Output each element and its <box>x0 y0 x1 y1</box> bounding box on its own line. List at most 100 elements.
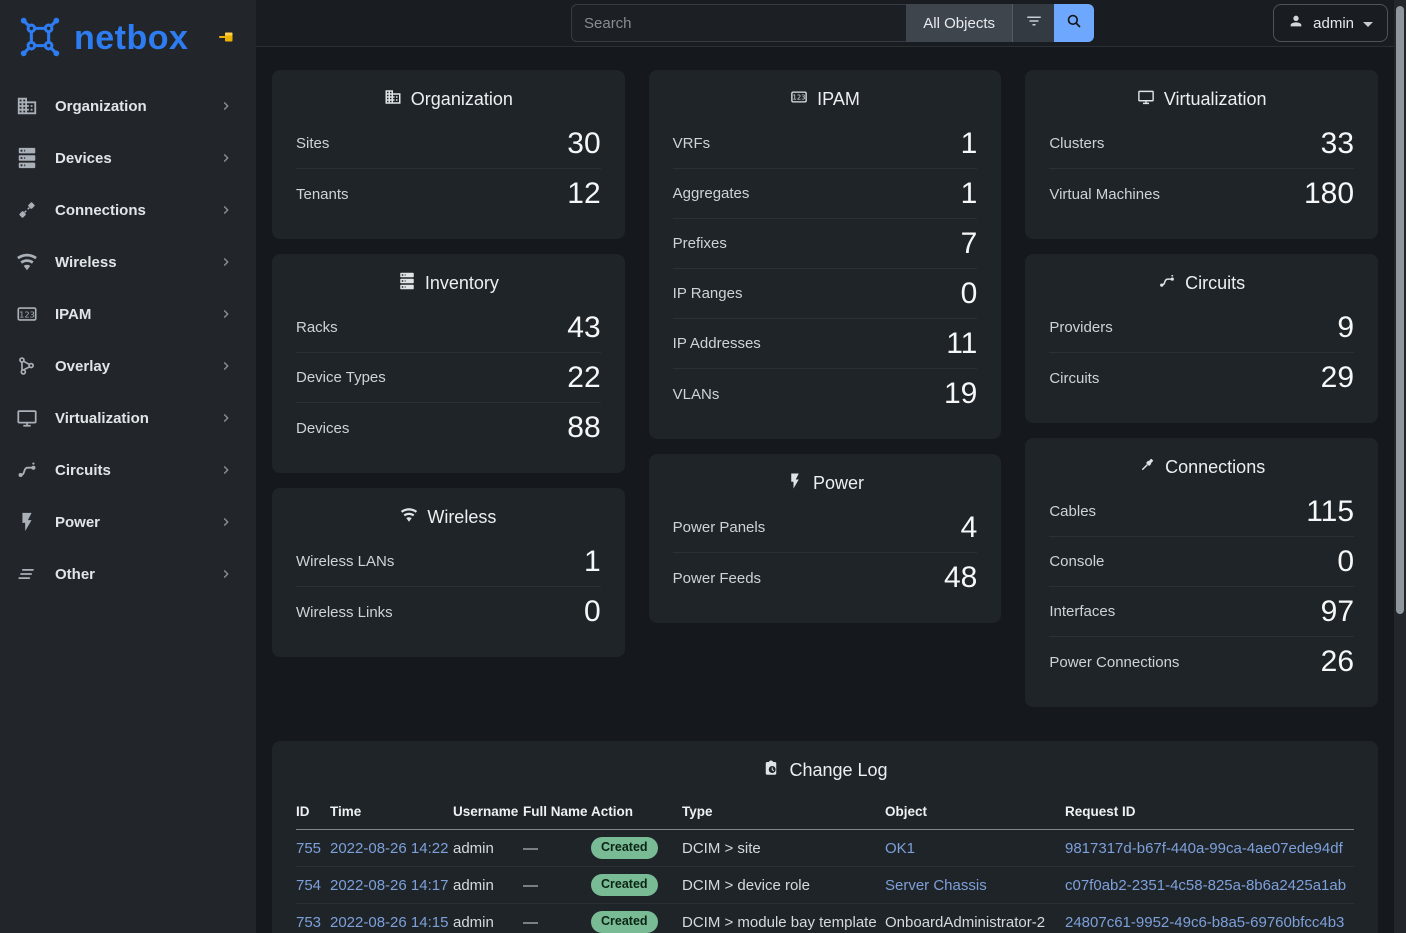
changelog-requestid-link[interactable]: c07f0ab2-2351-4c58-825a-8b6a2425a1ab <box>1065 877 1346 894</box>
building-icon <box>384 88 402 111</box>
stat-row[interactable]: Aggregates 1 <box>673 169 978 219</box>
stat-value: 0 <box>961 279 978 309</box>
stat-row[interactable]: IP Addresses 11 <box>673 319 978 369</box>
dashboard-main: Organization Sites 30 Tenants 12 <box>256 47 1394 933</box>
card-title-text: Virtualization <box>1164 89 1267 110</box>
scrollbar-thumb[interactable] <box>1396 6 1404 614</box>
stat-row[interactable]: Prefixes 7 <box>673 219 978 269</box>
changelog-id-link[interactable]: 753 <box>296 914 321 931</box>
changelog-time-link[interactable]: 2022-08-26 14:15 <box>330 914 448 931</box>
stat-row[interactable]: Clusters 33 <box>1049 119 1354 169</box>
stat-row[interactable]: IP Ranges 0 <box>673 269 978 319</box>
card-title: Wireless <box>296 506 601 529</box>
changelog-time-link[interactable]: 2022-08-26 14:17 <box>330 877 448 894</box>
stat-value: 0 <box>584 597 601 627</box>
account-menu-button[interactable]: admin <box>1273 4 1388 42</box>
monitor-icon <box>16 406 40 430</box>
stat-value: 19 <box>944 379 977 409</box>
stat-value: 0 <box>1337 547 1354 577</box>
stat-row[interactable]: Wireless Links 0 <box>296 587 601 637</box>
clipboard-clock-icon <box>762 759 780 782</box>
stat-row[interactable]: Virtual Machines 180 <box>1049 169 1354 219</box>
sidebar-item-virtualization[interactable]: Virtualization <box>0 392 256 444</box>
stat-row[interactable]: Cables 115 <box>1049 487 1354 537</box>
stat-label: Interfaces <box>1049 603 1115 620</box>
stat-row[interactable]: Wireless LANs 1 <box>296 537 601 587</box>
netbox-logo-icon <box>16 13 64 66</box>
stat-label: Console <box>1049 553 1104 570</box>
changelog-header-row: ID Time Username Full Name Action Type O… <box>296 796 1354 830</box>
changelog-row: 755 2022-08-26 14:22 admin — Created DCI… <box>296 830 1354 867</box>
pin-sidebar-icon[interactable] <box>218 30 234 49</box>
sidebar-item-other[interactable]: Other <box>0 548 256 600</box>
search-input[interactable] <box>571 4 906 42</box>
sidebar-item-overlay[interactable]: Overlay <box>0 340 256 392</box>
search-scope-label: All Objects <box>923 15 995 32</box>
chevron-right-icon <box>218 150 234 166</box>
stat-row[interactable]: Circuits 29 <box>1049 353 1354 403</box>
sidebar-item-label: IPAM <box>55 306 218 323</box>
stat-label: Circuits <box>1049 370 1099 387</box>
stat-row[interactable]: Tenants 12 <box>296 169 601 219</box>
changelog-object-link[interactable]: Server Chassis <box>885 877 987 894</box>
brand-logo[interactable]: netbox <box>0 0 256 78</box>
sidebar-item-label: Organization <box>55 98 218 115</box>
stat-value: 43 <box>567 313 600 343</box>
sidebar-item-power[interactable]: Power <box>0 496 256 548</box>
stat-row[interactable]: Interfaces 97 <box>1049 587 1354 637</box>
stat-value: 12 <box>567 179 600 209</box>
stacked-lines-icon <box>16 562 40 586</box>
server-icon <box>16 146 40 170</box>
sidebar-item-circuits[interactable]: Circuits <box>0 444 256 496</box>
changelog-time-link[interactable]: 2022-08-26 14:22 <box>330 840 448 857</box>
stat-row[interactable]: VLANs 19 <box>673 369 978 419</box>
stat-label: Devices <box>296 420 349 437</box>
stat-row[interactable]: Sites 30 <box>296 119 601 169</box>
sidebar-item-label: Devices <box>55 150 218 167</box>
changelog-username: admin <box>453 914 494 931</box>
stat-row[interactable]: Console 0 <box>1049 537 1354 587</box>
filter-button[interactable] <box>1012 4 1054 42</box>
sidebar-item-label: Wireless <box>55 254 218 271</box>
changelog-row: 754 2022-08-26 14:17 admin — Created DCI… <box>296 867 1354 904</box>
stat-row[interactable]: Devices 88 <box>296 403 601 453</box>
changelog-requestid-link[interactable]: 9817317d-b67f-440a-99ca-4ae07ede94df <box>1065 840 1343 857</box>
sidebar-item-ipam[interactable]: 123 IPAM <box>0 288 256 340</box>
counter-icon: 123 <box>16 302 40 326</box>
stat-value: 180 <box>1304 179 1354 209</box>
search-icon <box>1065 12 1083 35</box>
stat-row[interactable]: Power Panels 4 <box>673 503 978 553</box>
stat-label: Wireless LANs <box>296 553 394 570</box>
cable-icon <box>1138 456 1156 479</box>
stat-value: 48 <box>944 563 977 593</box>
page-scrollbar <box>1394 0 1406 933</box>
stat-row[interactable]: Power Connections 26 <box>1049 637 1354 687</box>
changelog-requestid-link[interactable]: 24807c61-9952-49c6-b8a5-69760bfcc4b3 <box>1065 914 1344 931</box>
stat-row[interactable]: Power Feeds 48 <box>673 553 978 603</box>
search-submit-button[interactable] <box>1054 4 1094 42</box>
card-title-text: Organization <box>411 89 513 110</box>
sidebar-item-devices[interactable]: Devices <box>0 132 256 184</box>
sidebar-item-wireless[interactable]: Wireless <box>0 236 256 288</box>
status-badge-created: Created <box>591 874 658 896</box>
sidebar-item-connections[interactable]: Connections <box>0 184 256 236</box>
search-scope-button[interactable]: All Objects <box>906 4 1012 42</box>
stat-row[interactable]: VRFs 1 <box>673 119 978 169</box>
chevron-right-icon <box>218 566 234 582</box>
card-title-text: Change Log <box>789 760 887 781</box>
stat-row[interactable]: Providers 9 <box>1049 303 1354 353</box>
power-card: Power Power Panels 4 Power Feeds 48 <box>649 454 1002 623</box>
connections-card: Connections Cables 115 Console 0 Interfa… <box>1025 438 1378 707</box>
changelog-id-link[interactable]: 754 <box>296 877 321 894</box>
lightning-icon <box>16 510 40 534</box>
organization-card: Organization Sites 30 Tenants 12 <box>272 70 625 239</box>
changelog-id-link[interactable]: 755 <box>296 840 321 857</box>
stat-row[interactable]: Racks 43 <box>296 303 601 353</box>
sidebar-item-organization[interactable]: Organization <box>0 80 256 132</box>
stat-value: 33 <box>1321 129 1354 159</box>
stat-row[interactable]: Device Types 22 <box>296 353 601 403</box>
changelog-object-link[interactable]: OK1 <box>885 840 915 857</box>
card-title: Change Log <box>296 759 1354 782</box>
card-title: 123 IPAM <box>673 88 978 111</box>
changelog-type: DCIM > site <box>682 840 761 857</box>
